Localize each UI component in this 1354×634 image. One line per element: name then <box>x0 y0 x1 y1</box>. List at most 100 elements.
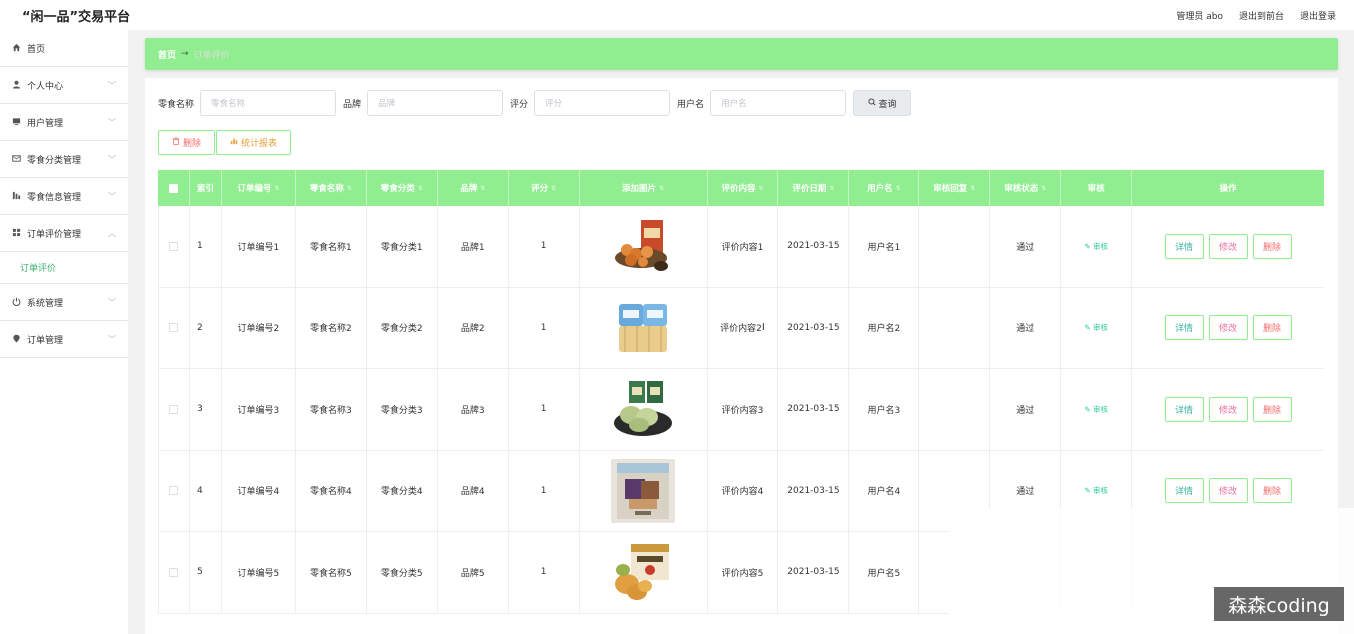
sidebar-subitem-order-review[interactable]: 订单评价 <box>0 252 128 284</box>
sidebar-item-snack-category[interactable]: 零食分类管理 ﹀ <box>0 141 128 178</box>
sidebar-item-users[interactable]: 用户管理 ﹀ <box>0 104 128 141</box>
sort-icon: ⇅ <box>758 184 764 192</box>
chevron-down-icon: ﹀ <box>108 334 116 344</box>
row-checkbox[interactable] <box>169 323 179 333</box>
edit-icon: ✎ <box>1084 241 1094 251</box>
breadcrumb-home[interactable]: 首页 <box>158 48 176 61</box>
audit-cell: ✎ 审核 <box>1061 206 1133 287</box>
search-button[interactable]: 查询 <box>853 90 912 116</box>
logout-link[interactable]: 退出登录 <box>1300 9 1336 22</box>
header-review-date[interactable]: 评价日期 ⇅ <box>778 170 850 206</box>
search-form: 零食名称 零食名称 品牌 品牌 评分 评分 用户名 用户名 查询 <box>158 90 912 116</box>
sidebar-item-label: 零食分类管理 <box>27 155 82 166</box>
select-all-checkbox[interactable] <box>168 183 178 193</box>
edit-button[interactable]: 修改 <box>1208 478 1248 504</box>
header-label: 品牌 <box>460 184 478 194</box>
sidebar-item-profile[interactable]: 个人中心 ﹀ <box>0 67 128 104</box>
bar-chart-icon <box>230 137 238 148</box>
order-no-cell: 订单编号5 <box>222 532 296 613</box>
order-no-cell: 订单编号1 <box>222 206 296 287</box>
snack-name-input[interactable]: 零食名称 <box>200 90 337 116</box>
text-cursor-icon: I <box>761 322 765 334</box>
edit-icon: ✎ <box>1084 323 1094 333</box>
sort-icon: ⇅ <box>551 184 557 192</box>
score-cell: 1 <box>509 450 580 531</box>
header-review-content[interactable]: 评价内容 ⇅ <box>708 170 779 206</box>
score-input[interactable]: 评分 <box>534 90 671 116</box>
audit-status-cell: 通过 <box>990 206 1062 287</box>
power-icon <box>10 297 22 308</box>
audit-label: 审核 <box>1093 486 1109 496</box>
select-all-cell <box>158 170 190 206</box>
watermark: 森森coding <box>1214 587 1344 621</box>
audit-status-cell: 通过 <box>990 287 1062 368</box>
snack-name-cell: 零食名称1 <box>296 206 367 287</box>
username-input[interactable]: 用户名 <box>710 90 847 116</box>
audit-link[interactable]: ✎ 审核 <box>1084 322 1108 333</box>
row-checkbox[interactable] <box>169 404 179 414</box>
edit-button[interactable]: 修改 <box>1208 315 1248 341</box>
stats-report-button[interactable]: 统计报表 <box>216 130 291 155</box>
header-label: 审核回复 <box>933 184 968 194</box>
header-label: 审核 <box>1087 184 1105 194</box>
header-audit-status[interactable]: 审核状态 ⇅ <box>990 170 1062 206</box>
row-checkbox[interactable] <box>169 567 179 577</box>
sidebar-item-order-review[interactable]: 订单评价管理 ︿ <box>0 215 128 252</box>
detail-button[interactable]: 详情 <box>1164 396 1204 422</box>
edit-button[interactable]: 修改 <box>1208 396 1248 422</box>
sort-icon: ⇅ <box>417 184 423 192</box>
detail-button[interactable]: 详情 <box>1164 315 1204 341</box>
header-label: 添加图片 <box>622 184 657 194</box>
score-cell: 1 <box>509 369 580 450</box>
header-snack-name[interactable]: 零食名称 ⇅ <box>296 170 367 206</box>
delete-button[interactable]: 删除 <box>1252 396 1292 422</box>
review-content-cell: 评价内容3 <box>708 369 779 450</box>
detail-button[interactable]: 详情 <box>1164 478 1204 504</box>
row-checkbox[interactable] <box>169 486 179 496</box>
header-label: 评价日期 <box>792 184 827 194</box>
delete-button[interactable]: 删除 <box>1252 478 1292 504</box>
sidebar-item-home[interactable]: 首页 <box>0 30 128 67</box>
header-audit-reply[interactable]: 审核回复 ⇅ <box>919 170 991 206</box>
audit-cell: ✎ 审核 <box>1061 369 1133 450</box>
review-date-cell: 2021-03-15 <box>778 369 850 450</box>
audit-link[interactable]: ✎ 审核 <box>1084 485 1108 496</box>
username-cell: 用户名5 <box>849 532 920 613</box>
exit-front-link[interactable]: 退出到前台 <box>1239 9 1284 22</box>
delete-button[interactable]: 删除 <box>1252 233 1292 259</box>
row-checkbox[interactable] <box>169 241 179 251</box>
sidebar-item-orders[interactable]: 订单管理 ﹀ <box>0 321 128 358</box>
operations-cell: 详情 修改 删除 <box>1132 369 1324 450</box>
sort-icon: ⇅ <box>346 184 352 192</box>
header-snack-category[interactable]: 零食分类 ⇅ <box>367 170 438 206</box>
batch-delete-button[interactable]: 删除 <box>158 130 215 155</box>
edit-button[interactable]: 修改 <box>1208 233 1248 259</box>
brand-input[interactable]: 品牌 <box>367 90 504 116</box>
sidebar-item-system[interactable]: 系统管理 ﹀ <box>0 284 128 321</box>
sidebar-item-snack-info[interactable]: 零食信息管理 ﹀ <box>0 178 128 215</box>
audit-reply-cell <box>919 369 991 450</box>
header-username[interactable]: 用户名 ⇅ <box>849 170 920 206</box>
image-cell <box>580 532 708 613</box>
header-order-no[interactable]: 订单编号 ⇅ <box>222 170 296 206</box>
header-score[interactable]: 评分 ⇅ <box>509 170 580 206</box>
sidebar-item-label: 订单评价管理 <box>27 229 82 240</box>
header-label: 索引 <box>196 184 214 194</box>
review-date-cell: 2021-03-15 <box>778 532 850 613</box>
image-cell <box>580 450 708 531</box>
brand-label: 品牌 <box>343 99 362 110</box>
location-icon <box>10 334 22 345</box>
index-cell: 1 <box>190 206 222 287</box>
sort-icon: ⇅ <box>480 184 486 192</box>
search-icon <box>867 97 876 109</box>
header-label: 用户名 <box>867 184 893 194</box>
delete-button[interactable]: 删除 <box>1252 315 1292 341</box>
header-image[interactable]: 添加图片 ⇅ <box>580 170 708 206</box>
username-label: 用户名 <box>677 99 705 110</box>
review-content-text: 评价内容2 <box>720 324 762 335</box>
audit-link[interactable]: ✎ 审核 <box>1084 241 1108 252</box>
top-bar: “闲一品”交易平台 管理员 abo 退出到前台 退出登录 <box>0 0 1354 30</box>
detail-button[interactable]: 详情 <box>1164 233 1204 259</box>
header-brand[interactable]: 品牌 ⇅ <box>438 170 509 206</box>
audit-link[interactable]: ✎ 审核 <box>1084 404 1108 415</box>
